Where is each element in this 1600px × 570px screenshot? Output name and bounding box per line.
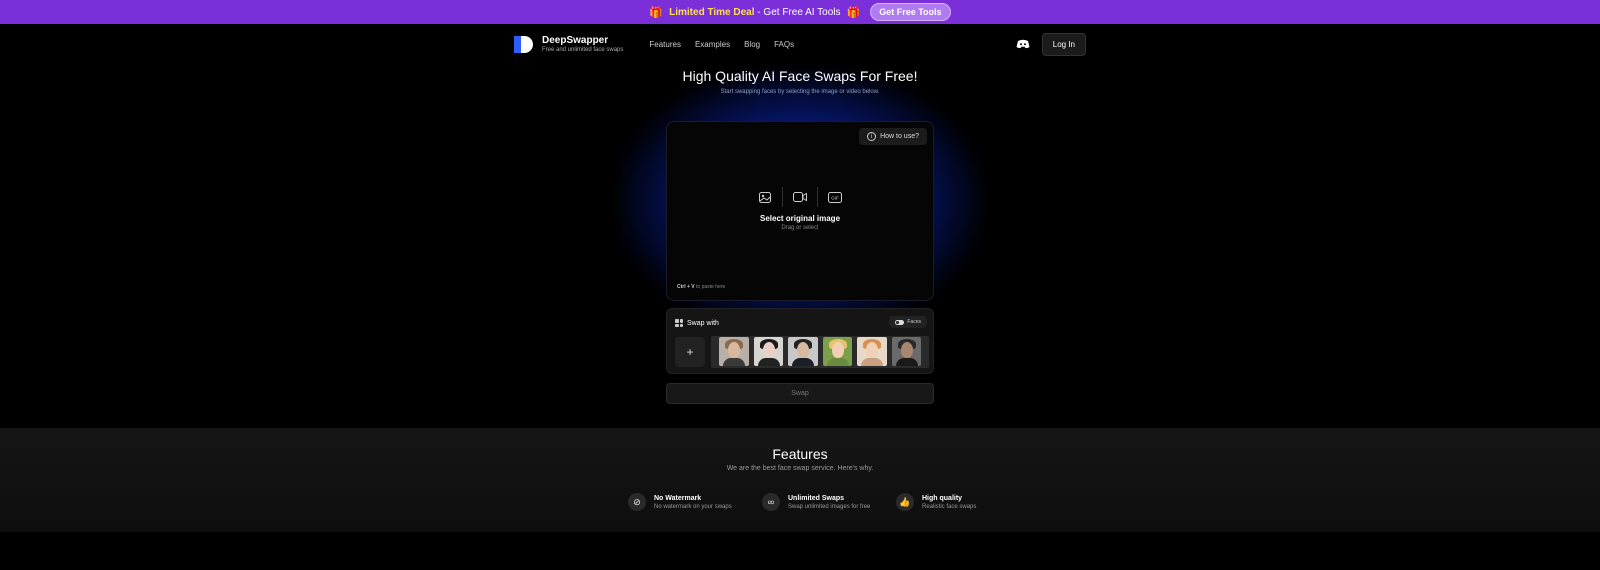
toggle-icon (895, 319, 905, 325)
how-to-use-button[interactable]: i How to use? (859, 128, 927, 145)
faces-toggle[interactable]: Faces (889, 316, 927, 328)
gif-label: GIF (831, 195, 839, 200)
feature-desc: Swap unlimited images for free (788, 503, 871, 510)
features-subtitle: We are the best face swap service. Here'… (726, 465, 874, 472)
feature-desc: No watermark on your swaps (654, 503, 732, 510)
face-thumbnail-6[interactable] (891, 337, 921, 366)
face-thumbnail-3[interactable] (788, 337, 818, 366)
gift-icon: 🎁 (846, 6, 861, 19)
top-nav: DeepSwapper Free and unlimited face swap… (514, 30, 1086, 58)
logo-text[interactable]: DeepSwapper Free and unlimited face swap… (542, 35, 623, 53)
feature-list: ⊘ No Watermark No watermark on your swap… (628, 493, 1018, 511)
how-to-use-label: How to use? (880, 133, 919, 140)
face-thumbnail-1[interactable] (719, 337, 749, 366)
face-thumbnail-4[interactable] (822, 337, 852, 366)
feature-no-watermark: ⊘ No Watermark No watermark on your swap… (628, 493, 750, 511)
nav-link-examples[interactable]: Examples (695, 40, 730, 49)
swap-with-header: Swap with (675, 319, 719, 327)
grid-icon (675, 319, 683, 327)
select-original-title: Select original image (759, 214, 841, 223)
gift-icon: 🎁 (649, 6, 664, 19)
feature-unlimited-swaps: ∞ Unlimited Swaps Swap unlimited images … (762, 493, 884, 511)
upload-dropzone[interactable]: i How to use? GIF Select original image … (666, 121, 934, 301)
hero-subtitle: Start swapping faces by selecting the im… (720, 89, 880, 95)
paste-keys: Ctrl + V (677, 284, 695, 290)
nav-links: Features Examples Blog FAQs (649, 40, 794, 49)
media-type-icons: GIF (667, 187, 933, 207)
swap-with-label: Swap with (687, 319, 719, 327)
image-icon[interactable] (748, 188, 782, 206)
paste-hint: Ctrl + V to paste here (677, 284, 725, 290)
feature-title: High quality (922, 494, 963, 502)
discord-icon[interactable] (1016, 39, 1030, 49)
swap-button[interactable]: Swap (666, 383, 934, 404)
promo-deal-text: - Get Free AI Tools (754, 6, 841, 18)
infinity-icon: ∞ (762, 493, 780, 511)
face-thumbnail-5[interactable] (857, 337, 887, 366)
brand-name: DeepSwapper (542, 35, 609, 46)
features-title: Features (772, 446, 828, 462)
face-strip (711, 336, 929, 368)
promo-deal-label: Limited Time Deal (669, 6, 755, 18)
video-icon[interactable] (783, 188, 817, 206)
select-original-subtitle: Drag or select (781, 225, 819, 231)
promo-bar: 🎁 Limited Time Deal - Get Free AI Tools … (0, 0, 1600, 24)
login-button[interactable]: Log In (1041, 32, 1086, 56)
feature-title: No Watermark (654, 494, 702, 502)
promo-text: Limited Time Deal - Get Free AI Tools (669, 7, 840, 18)
paste-text: to paste here (694, 284, 726, 290)
info-icon: i (867, 132, 877, 141)
gif-icon[interactable]: GIF (818, 188, 852, 206)
faces-toggle-label: Faces (907, 319, 921, 325)
thumbs-up-icon: 👍 (896, 493, 914, 511)
no-watermark-icon: ⊘ (628, 493, 646, 511)
nav-link-faqs[interactable]: FAQs (774, 40, 794, 49)
brand-tagline: Free and unlimited face swaps (542, 47, 624, 53)
logo-icon[interactable] (514, 34, 534, 54)
hero-title: High Quality AI Face Swaps For Free! (682, 68, 918, 84)
nav-link-features[interactable]: Features (649, 40, 681, 49)
feature-title: Unlimited Swaps (788, 494, 845, 502)
features-section: Features We are the best face swap servi… (0, 428, 1600, 532)
feature-high-quality: 👍 High quality Realistic face swaps (896, 493, 1018, 511)
add-face-button[interactable]: + (675, 337, 705, 367)
get-free-tools-button[interactable]: Get Free Tools (870, 3, 951, 21)
nav-right: Log In (1016, 32, 1086, 56)
nav-link-blog[interactable]: Blog (744, 40, 760, 49)
feature-desc: Realistic face swaps (922, 503, 977, 510)
swap-with-panel: Swap with Faces + (666, 308, 934, 374)
face-thumbnail-2[interactable] (753, 337, 783, 366)
